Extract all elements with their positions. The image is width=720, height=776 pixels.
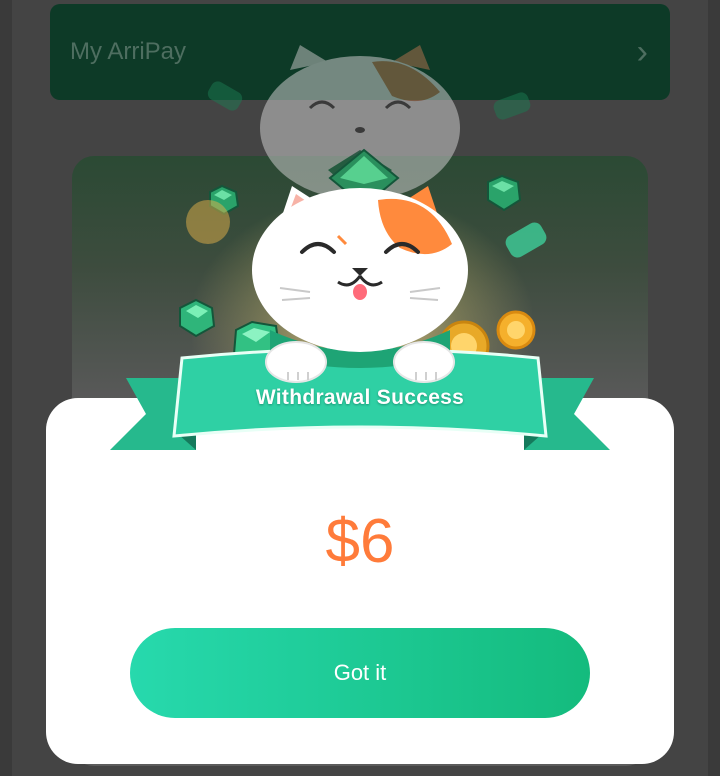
modal-title: Withdrawal Success — [255, 386, 465, 409]
